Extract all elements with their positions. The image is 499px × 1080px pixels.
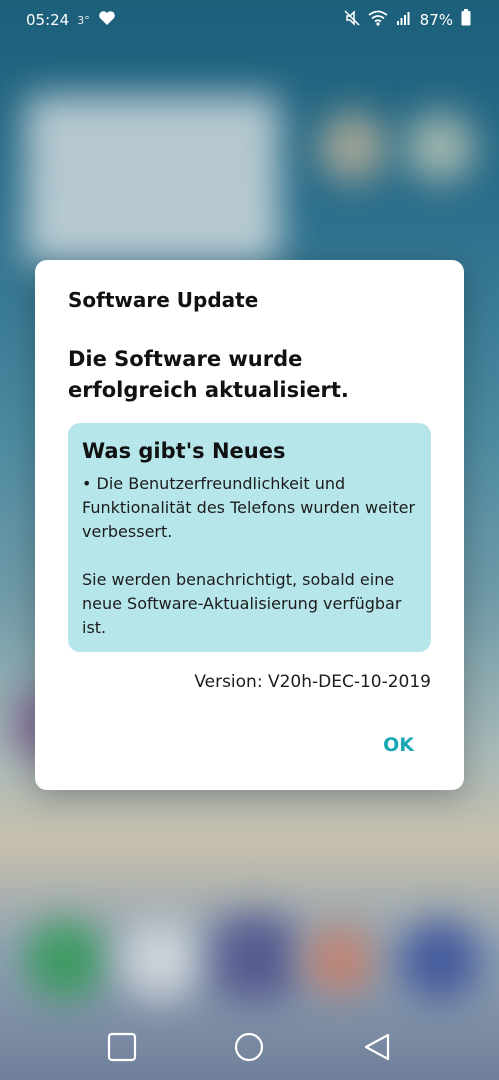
wifi-icon [368,10,388,30]
status-left: 05:24 3° [26,10,116,30]
ok-button[interactable]: OK [375,730,422,760]
whats-new-text: • Die Benutzerfreundlichkeit und Funktio… [82,472,422,640]
blurred-widget [25,95,280,265]
whats-new-note: Sie werden benachrichtigt, sobald eine n… [82,570,402,637]
status-right: 87% [344,9,471,30]
navigation-bar [0,1010,499,1080]
blurred-dock-icon [305,925,375,995]
recent-apps-button[interactable] [107,1032,137,1062]
battery-percent: 87% [419,10,453,29]
dialog-message: Die Software wurde erfolgreich aktualisi… [68,347,349,402]
battery-icon [461,9,471,30]
blurred-dock-icon [215,915,295,1000]
home-button[interactable] [234,1032,264,1062]
whats-new-title: Was gibt's Neues [82,439,286,463]
status-bar: 05:24 3° 87% [0,0,499,38]
whats-new-bullet: • Die Benutzerfreundlichkeit und Funktio… [82,474,416,541]
whats-new-box: Was gibt's Neues • Die Benutzerfreundlic… [68,423,431,652]
status-time: 05:24 [26,11,70,29]
blurred-dock-icon [120,920,200,1000]
back-icon [362,1033,392,1065]
blurred-app-icon [405,112,475,182]
back-button[interactable] [362,1032,392,1062]
status-temperature: 3° [77,13,90,27]
blurred-app-icon [318,112,388,182]
heart-icon [98,10,116,30]
version-label: Version: V20h-DEC-10-2019 [194,672,431,692]
recent-apps-icon [107,1032,137,1065]
mute-icon [344,9,360,30]
dialog-title: Software Update [68,288,259,312]
blurred-dock-icon [400,920,480,1000]
signal-icon [396,10,412,30]
software-update-dialog: Software Update Die Software wurde erfol… [35,260,464,790]
home-icon [234,1032,264,1065]
blurred-dock-icon [25,920,105,1000]
